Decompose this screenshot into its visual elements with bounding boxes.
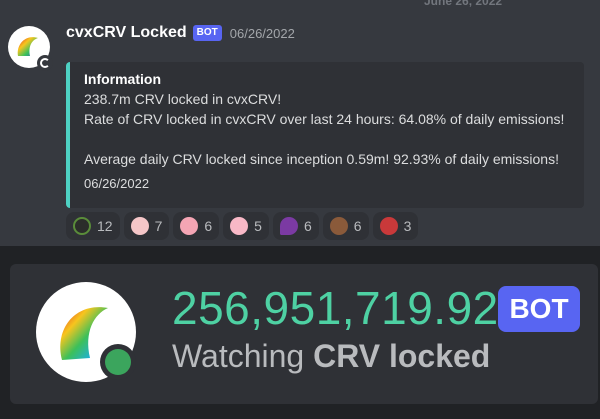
reaction-count: 3 bbox=[403, 218, 412, 234]
date-divider: June 26, 2022 bbox=[424, 0, 503, 8]
embed-line: Average daily CRV locked since inception… bbox=[84, 151, 559, 167]
reaction-count: 6 bbox=[204, 218, 213, 234]
eggplant-emoji-icon bbox=[279, 217, 298, 235]
reaction-count: 12 bbox=[97, 218, 113, 234]
reaction[interactable]: 7 bbox=[123, 212, 170, 240]
reaction[interactable]: 6 bbox=[173, 212, 220, 240]
anime-girl-emoji-icon bbox=[130, 217, 149, 235]
embed-footer: 06/26/2022 bbox=[84, 176, 150, 191]
embed: Information 238.7m CRV locked in cvxCRV!… bbox=[66, 62, 584, 208]
convex-badge-icon bbox=[37, 55, 53, 71]
anime-girl-blush-emoji-icon bbox=[230, 217, 249, 235]
reaction[interactable]: 12 bbox=[66, 212, 120, 240]
activity-status: Watching CRV locked bbox=[172, 336, 490, 376]
reaction[interactable]: 6 bbox=[272, 212, 319, 240]
embed-title: Information bbox=[84, 71, 161, 87]
username[interactable]: cvxCRV Locked bbox=[66, 24, 187, 42]
chat-message: cvxCRV Locked BOT 06/26/2022 Information… bbox=[0, 18, 600, 244]
embed-line: Rate of CRV locked in cvxCRV over last 2… bbox=[84, 111, 565, 127]
embed-spacer bbox=[84, 129, 574, 149]
ok-hand-emoji-icon bbox=[329, 217, 348, 235]
reaction[interactable]: 5 bbox=[223, 212, 269, 240]
reactions-bar: 12 7 6 5 6 6 3 bbox=[66, 212, 419, 240]
bot-tag: BOT bbox=[192, 25, 222, 41]
bot-avatar[interactable] bbox=[8, 26, 53, 71]
reaction-count: 7 bbox=[154, 218, 163, 234]
pot-emoji-icon bbox=[73, 217, 91, 235]
reaction-count: 5 bbox=[254, 218, 262, 234]
maid-emoji-icon bbox=[379, 217, 398, 235]
reaction[interactable]: 6 bbox=[322, 212, 369, 240]
reaction-count: 6 bbox=[353, 218, 362, 234]
activity-verb: Watching bbox=[172, 338, 305, 374]
profile-value: 256,951,719.92 bbox=[172, 282, 499, 334]
reaction[interactable]: 3 bbox=[372, 212, 419, 240]
reaction-count: 6 bbox=[303, 218, 312, 234]
activity-text: CRV locked bbox=[313, 338, 491, 374]
anime-girl-pink-emoji-icon bbox=[180, 217, 199, 235]
message-timestamp: 06/26/2022 bbox=[229, 25, 295, 41]
embed-line: 238.7m CRV locked in cvxCRV! bbox=[84, 91, 282, 107]
profile-bot-tag: BOT bbox=[498, 286, 580, 332]
online-status-icon bbox=[100, 344, 136, 380]
